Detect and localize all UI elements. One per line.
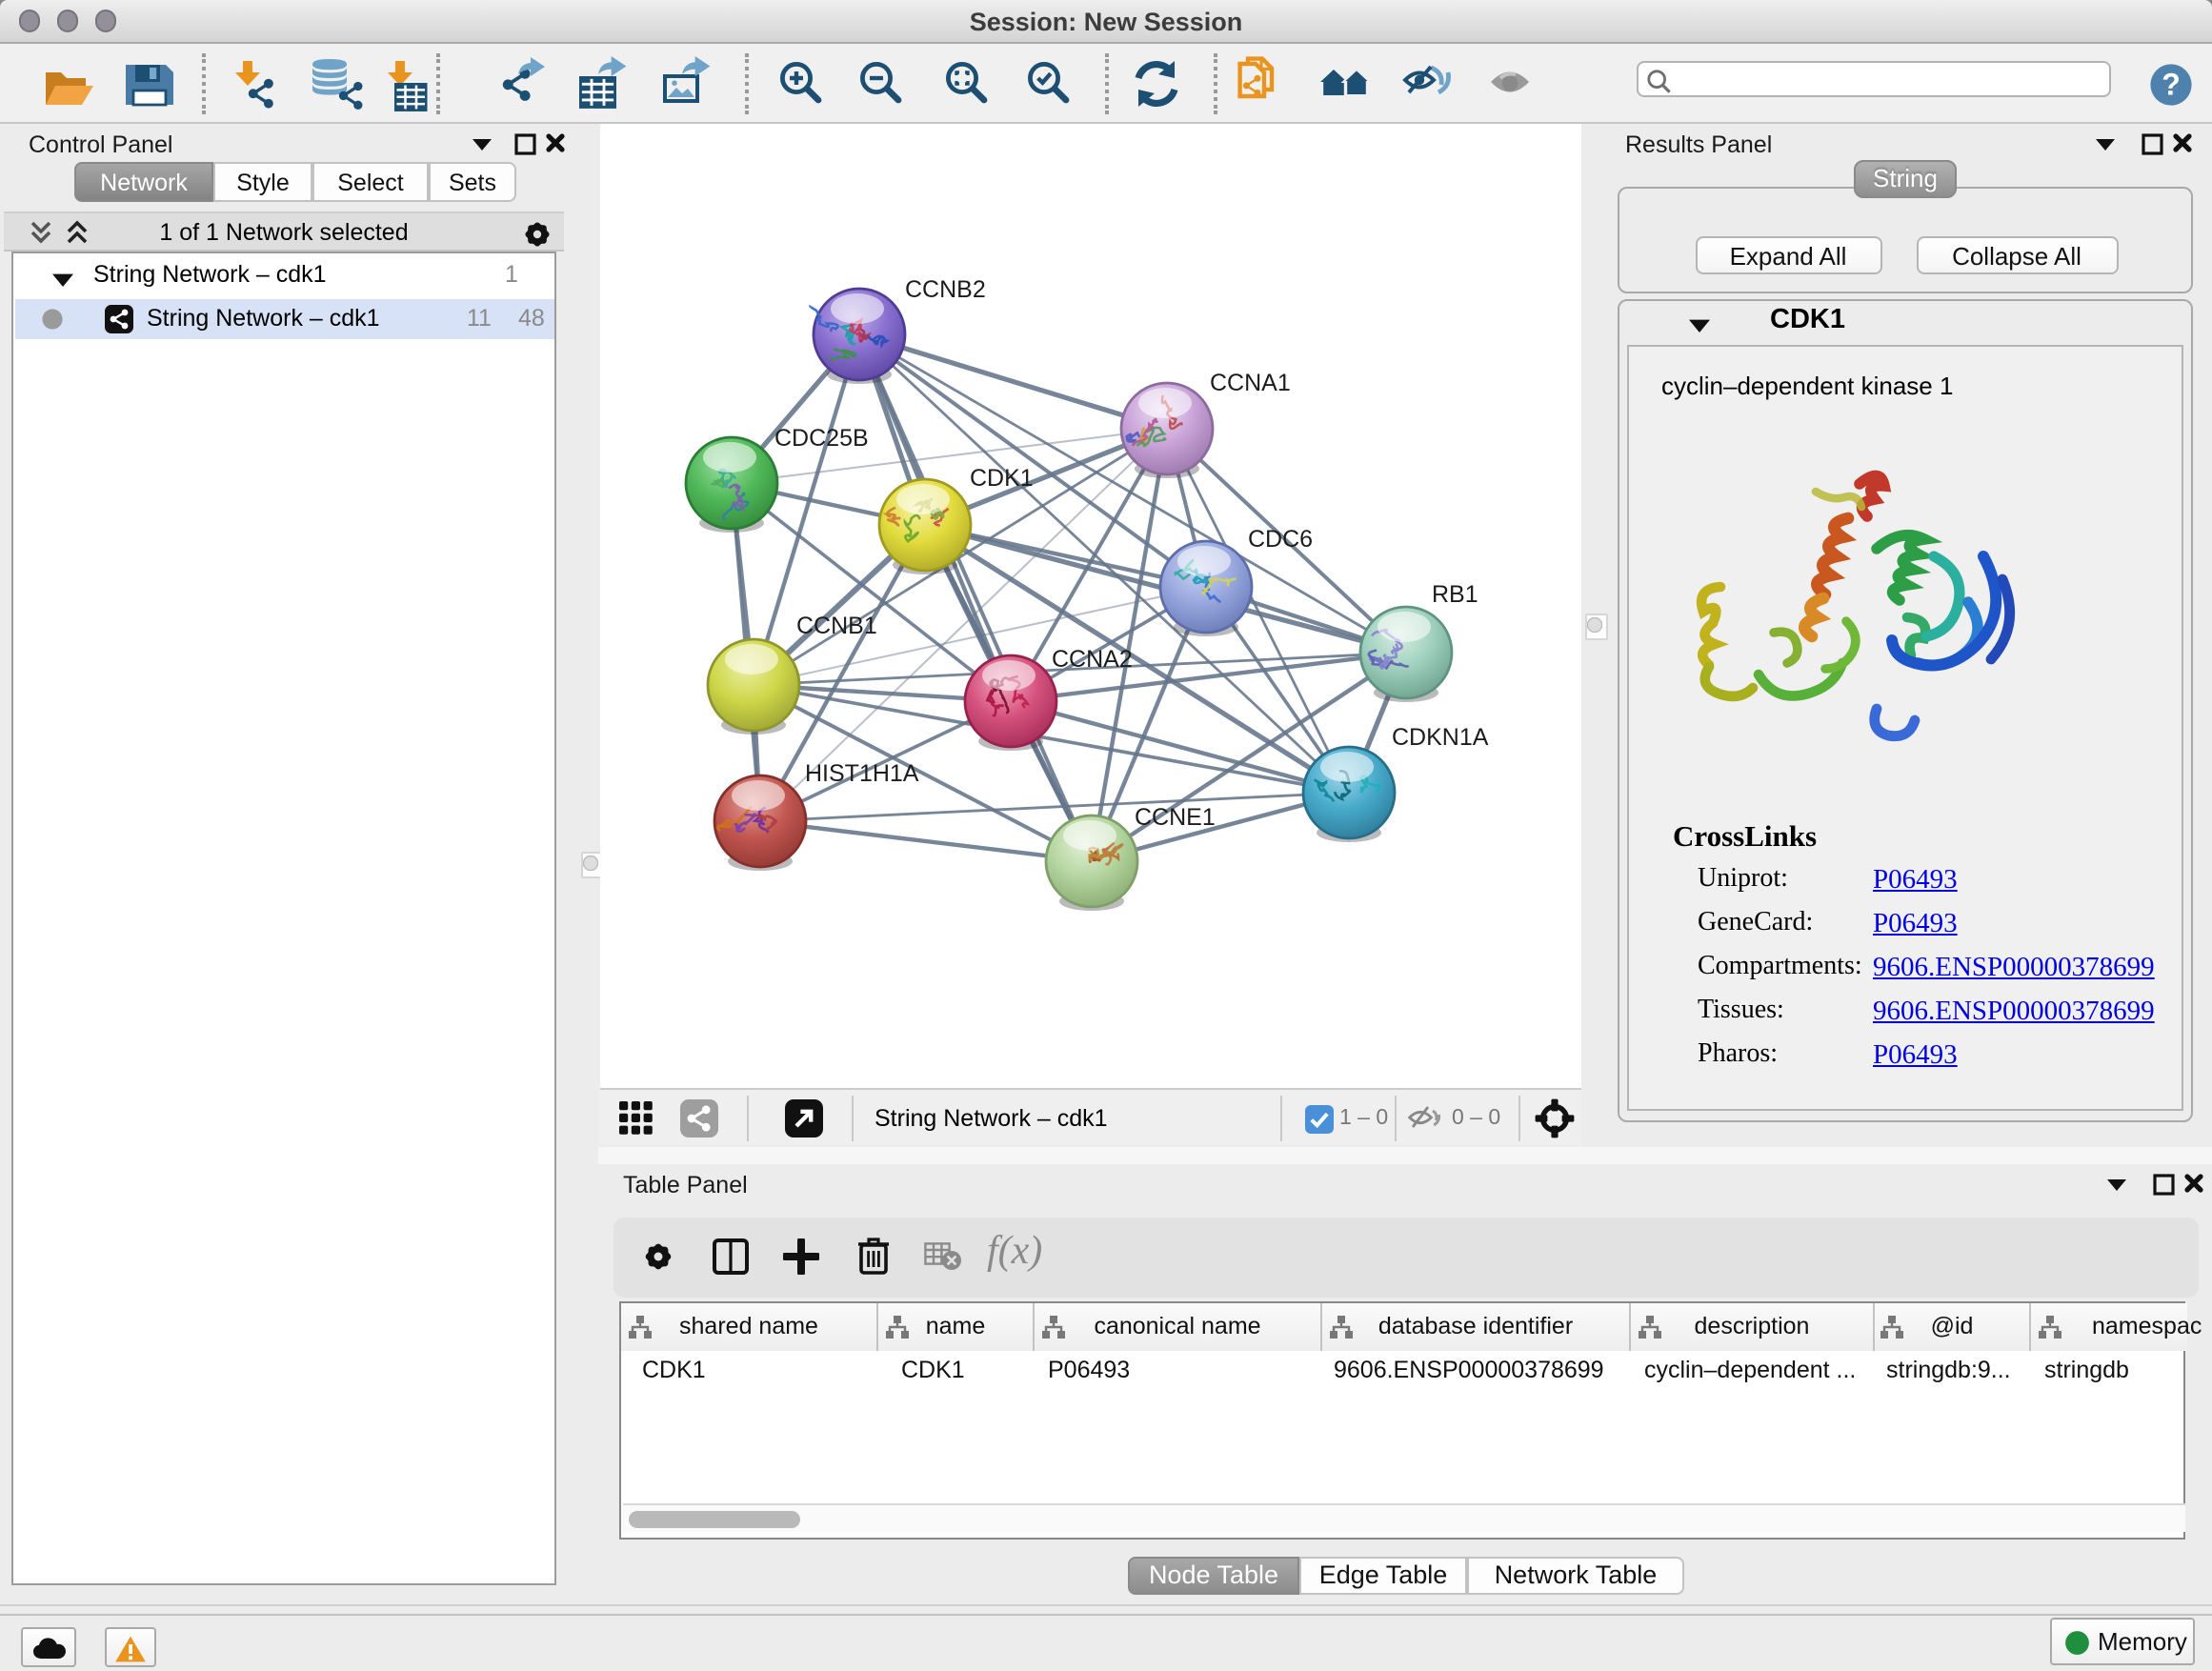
svg-text:CCNA2: CCNA2 — [1052, 646, 1133, 673]
svg-text:RB1: RB1 — [1432, 581, 1478, 608]
svg-text:CDC25B: CDC25B — [774, 425, 869, 452]
svg-text:CDC6: CDC6 — [1248, 526, 1313, 553]
svg-text:CCNE1: CCNE1 — [1135, 804, 1216, 831]
svg-text:CDKN1A: CDKN1A — [1392, 724, 1489, 751]
svg-text:CCNA1: CCNA1 — [1210, 370, 1291, 396]
svg-text:CCNB1: CCNB1 — [796, 613, 877, 639]
svg-text:HIST1H1A: HIST1H1A — [805, 760, 919, 787]
svg-text:CDK1: CDK1 — [970, 465, 1034, 492]
svg-text:CCNB2: CCNB2 — [905, 276, 986, 303]
svg-text:?: ? — [2162, 68, 2181, 102]
